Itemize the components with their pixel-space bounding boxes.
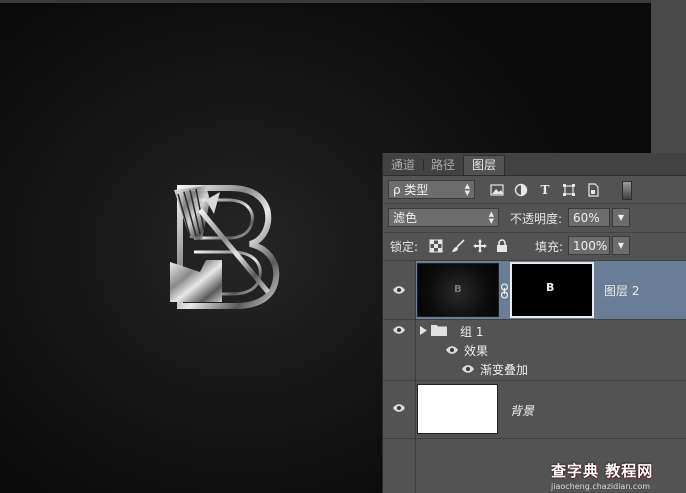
watermark-url: jiaocheng.chazidian.com <box>551 482 651 491</box>
chevron-updown-icon: ▲ ▼ <box>488 210 494 225</box>
blend-opacity-row: 滤色 ▲ ▼ 不透明度: 60% ▼ <box>383 203 686 232</box>
visibility-column <box>383 320 416 380</box>
canvas-top-border <box>0 0 651 3</box>
tab-layers[interactable]: 图层 <box>463 155 506 175</box>
empty-visibility-column <box>383 439 416 493</box>
fill-input[interactable]: 100% <box>568 236 610 255</box>
visibility-column <box>383 261 416 319</box>
watermark-title: 查字典 教程网 <box>551 462 654 480</box>
lock-label: 锁定: <box>390 240 419 254</box>
brush-icon[interactable] <box>451 239 465 253</box>
chrome-letter-b-artwork <box>170 185 280 309</box>
background-thumbnail <box>417 384 498 434</box>
fill-label: 填充: <box>535 240 564 254</box>
layer-mask-thumbnail[interactable]: B <box>510 262 594 318</box>
effects-label: 效果 <box>464 344 489 358</box>
chevron-updown-icon: ▲ ▼ <box>464 182 470 197</box>
folder-icon <box>431 325 447 336</box>
watermark: 查字典 教程网 jiaocheng.chazidian.com <box>551 460 679 492</box>
layer-filter-row: ρ 类型 ▲ ▼ T <box>383 177 686 203</box>
effect-gradient-overlay[interactable]: 渐变叠加 <box>480 361 528 378</box>
opacity-input[interactable]: 60% <box>568 208 610 227</box>
layer-row-group1[interactable]: 组 1 效果 渐变叠加 <box>383 319 686 380</box>
panel-tab-bar: 通道 路径 图层 <box>383 153 686 176</box>
chain-link-icon[interactable] <box>500 283 509 299</box>
eye-icon[interactable] <box>392 325 406 335</box>
layers-panel: 通道 路径 图层 ρ 类型 ▲ ▼ T 滤色 ▲ ▼ 不透明度: 60% ▼ 锁… <box>382 153 686 493</box>
smart-object-filter-icon[interactable] <box>586 183 600 197</box>
lock-fill-row: 锁定: 填充: 100% ▼ <box>383 232 686 260</box>
filter-type-select[interactable]: ρ 类型 ▲ ▼ <box>388 180 475 199</box>
eye-icon[interactable] <box>461 364 475 374</box>
filter-toggle-switch[interactable] <box>622 181 632 200</box>
opacity-dropdown-button[interactable]: ▼ <box>612 208 630 227</box>
eye-icon[interactable] <box>392 285 406 295</box>
eye-icon[interactable] <box>445 345 459 355</box>
mask-logo-mark: B <box>546 281 555 294</box>
logo-thumb-mark: B <box>454 284 462 295</box>
move-icon[interactable] <box>473 239 487 253</box>
layer-thumbnail: B <box>417 263 499 317</box>
circle-filter-icon[interactable] <box>514 183 528 197</box>
text-filter-icon[interactable]: T <box>538 183 552 197</box>
layer-row-background[interactable]: 背景 <box>383 380 686 438</box>
shape-filter-icon[interactable] <box>562 183 576 197</box>
visibility-column <box>383 381 416 438</box>
tab-channels[interactable]: 通道 <box>383 156 423 175</box>
layer-row-layer2[interactable]: B B 图层 2 <box>383 260 686 319</box>
blend-mode-select[interactable]: 滤色 ▲ ▼ <box>388 208 499 227</box>
group-name[interactable]: 组 1 <box>460 323 483 340</box>
lock-icon[interactable] <box>495 239 509 253</box>
expand-triangle-icon[interactable] <box>420 326 427 335</box>
eye-icon[interactable] <box>392 403 406 413</box>
layers-bottom-divider <box>383 438 686 439</box>
image-filter-icon[interactable] <box>490 183 504 197</box>
fill-dropdown-button[interactable]: ▼ <box>612 236 630 255</box>
opacity-label: 不透明度: <box>510 212 563 226</box>
checker-icon[interactable] <box>429 239 443 253</box>
filter-type-label: ρ 类型 <box>393 183 429 197</box>
blend-mode-value: 滤色 <box>393 211 418 225</box>
tab-paths[interactable]: 路径 <box>423 156 463 175</box>
layer-name[interactable]: 背景 <box>510 402 534 419</box>
layer-name[interactable]: 图层 2 <box>604 282 639 299</box>
